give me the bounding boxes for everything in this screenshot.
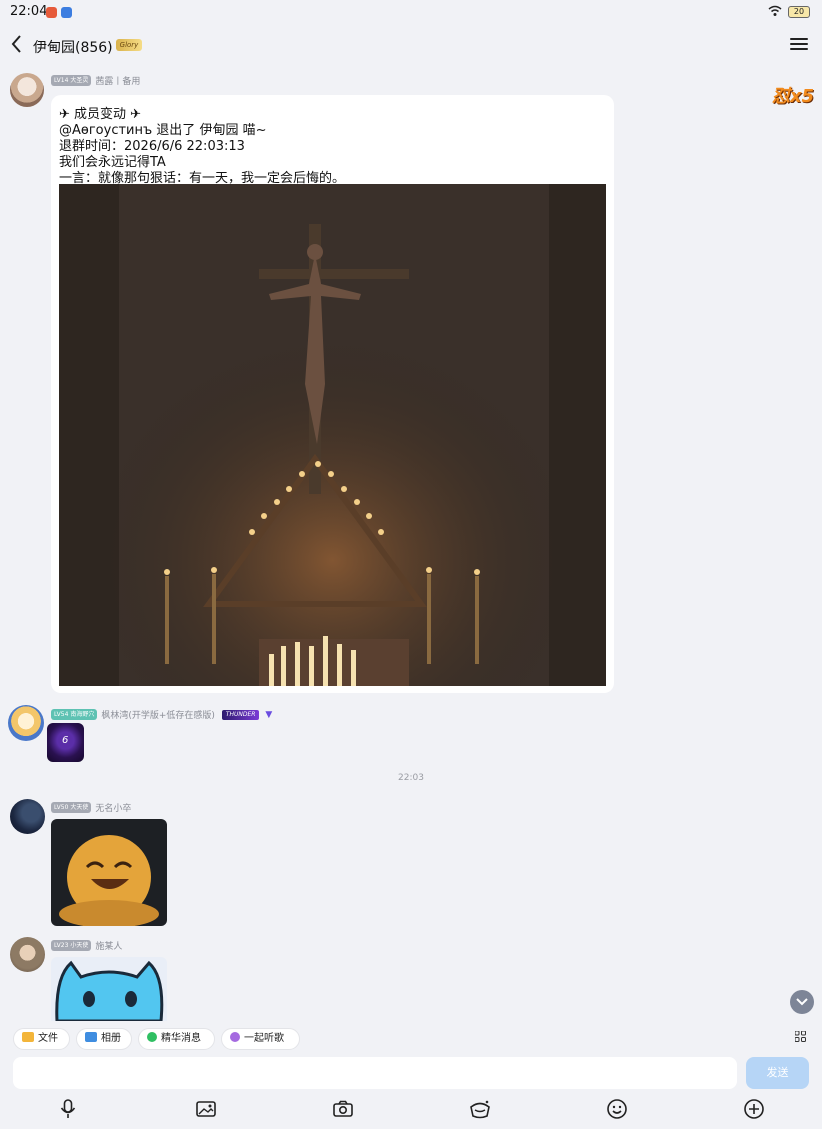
wifi-icon (768, 5, 782, 20)
battery-icon: 20 (788, 6, 810, 18)
send-button[interactable]: 发送 (746, 1057, 809, 1089)
sticker-image[interactable] (51, 819, 167, 926)
essence-icon (147, 1032, 157, 1042)
plus-icon[interactable] (742, 1097, 766, 1121)
time-divider: 22:03 (398, 773, 424, 783)
sender-name: 枫林湾(开学版+低存在感版) (101, 711, 215, 721)
sender-name: 茜露丨备用 (95, 77, 141, 87)
listen-together-label: 一起听歌 (244, 1033, 284, 1044)
essence-button[interactable]: 精华消息 (138, 1028, 215, 1050)
thunder-badge: THUNDER (221, 709, 260, 720)
message-bubble[interactable]: ✈ 成员变动 ✈ @Аөгоустинъ 退出了 伊甸园 喵~ 退群时间：202… (51, 95, 614, 693)
avatar[interactable] (10, 937, 45, 972)
group-badge: Glory (116, 39, 142, 51)
camera-icon[interactable] (331, 1097, 355, 1121)
menu-icon[interactable] (790, 35, 808, 53)
file-button[interactable]: 文件 (13, 1028, 70, 1050)
album-icon (85, 1032, 97, 1042)
vip-icon: ▼ (265, 709, 273, 720)
album-label: 相册 (101, 1033, 121, 1044)
sender-meta: LV23 小天使 施某人 (51, 939, 123, 952)
quick-actions-bar: 文件 相册 精华消息 一起听歌 (0, 1023, 822, 1055)
essence-label: 精华消息 (161, 1033, 201, 1044)
sender-name: 无名小卒 (95, 804, 132, 814)
sender-meta: LV54 南海野穴 枫林湾(开学版+低存在感版) THUNDER ▼ (51, 708, 273, 721)
folder-icon (22, 1032, 34, 1042)
microphone-icon[interactable] (56, 1097, 80, 1121)
chat-header: 伊甸园(856) Glory (0, 26, 822, 66)
streak-badge: 怼x5 (771, 86, 814, 107)
level-badge: LV54 南海野穴 (51, 709, 98, 720)
notification-icon (46, 7, 57, 18)
message-input[interactable] (13, 1057, 737, 1089)
avatar[interactable] (10, 73, 44, 107)
candle-photo[interactable] (59, 184, 606, 686)
album-button[interactable]: 相册 (76, 1028, 132, 1050)
sticker-image[interactable]: 6 (47, 723, 84, 762)
avatar[interactable] (8, 705, 44, 741)
sender-meta: LV50 大天使 无名小卒 (51, 801, 132, 814)
sender-name: 施某人 (95, 942, 123, 952)
listen-together-button[interactable]: 一起听歌 (221, 1028, 300, 1050)
level-badge: LV23 小天使 (51, 940, 92, 951)
chat-title: 伊甸园(856) (33, 40, 113, 56)
music-icon (230, 1032, 240, 1042)
sender-meta: LV14 大圣灵 茜露丨备用 (51, 74, 141, 87)
sticker-image[interactable] (51, 957, 167, 1021)
status-time: 22:04 (10, 4, 48, 19)
apps-grid-icon[interactable] (792, 1030, 808, 1047)
image-icon[interactable] (194, 1097, 218, 1121)
sticker-text: 6 (62, 735, 69, 746)
file-label: 文件 (38, 1033, 58, 1044)
notification-icon (61, 7, 72, 18)
red-packet-icon[interactable] (468, 1097, 492, 1121)
scroll-down-button[interactable] (790, 990, 814, 1014)
avatar[interactable] (10, 799, 45, 834)
level-badge: LV14 大圣灵 (51, 75, 92, 86)
status-bar: 22:04 20 (0, 0, 822, 26)
emoji-icon[interactable] (605, 1097, 629, 1121)
back-icon[interactable] (10, 34, 22, 59)
input-toolbar (0, 1094, 822, 1124)
level-badge: LV50 大天使 (51, 802, 92, 813)
